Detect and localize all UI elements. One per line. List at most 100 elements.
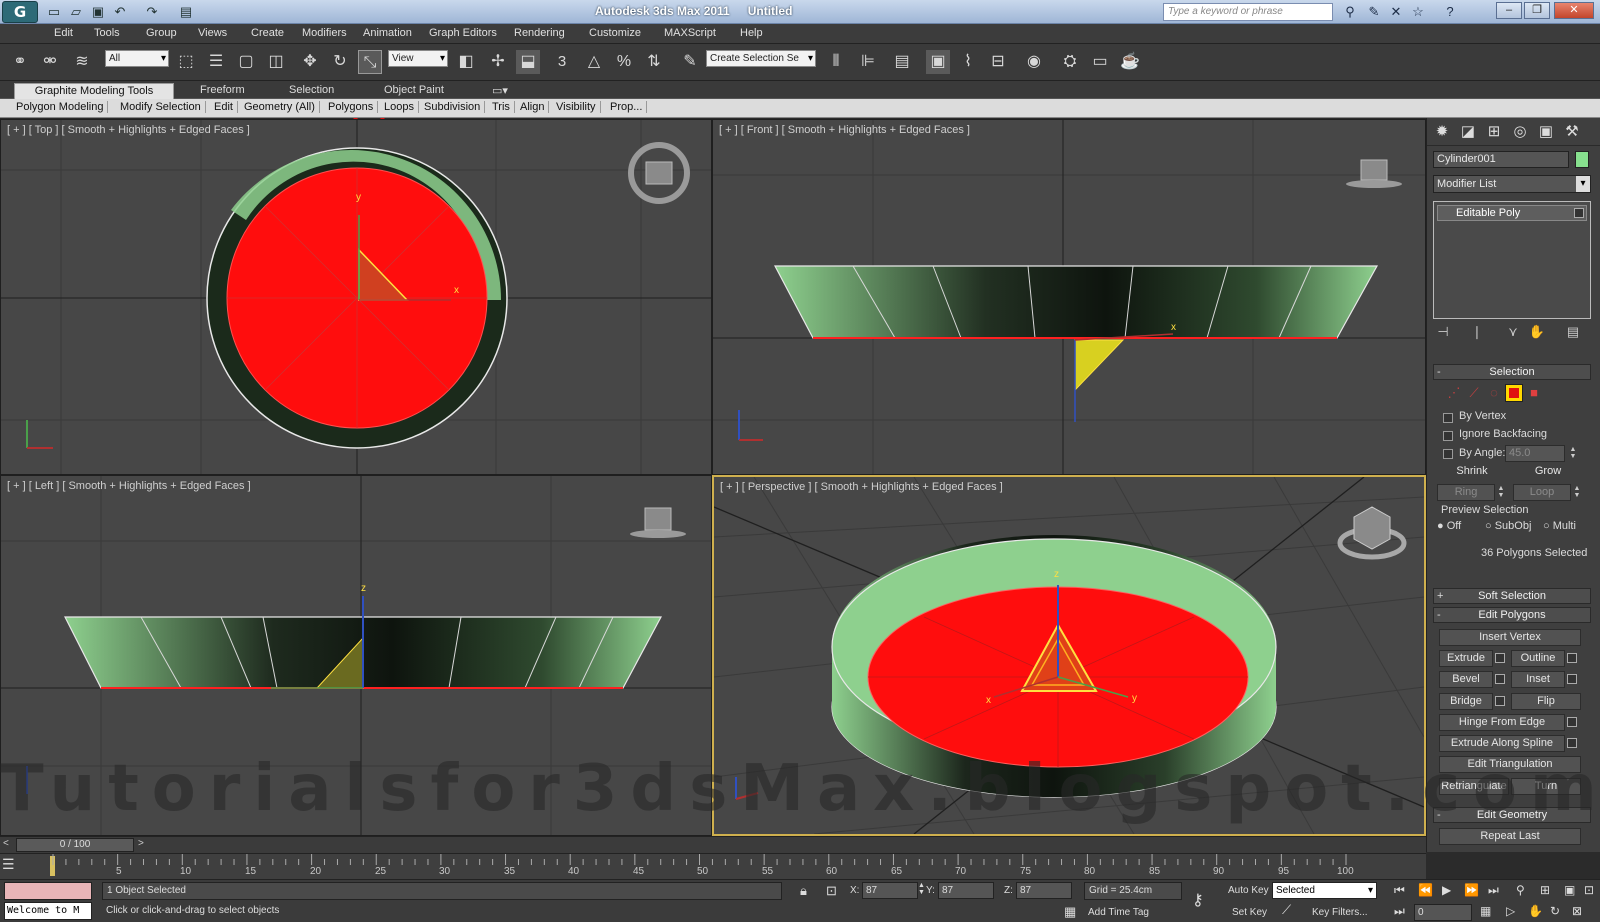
rendered-frame-icon[interactable]: ▭ — [1088, 50, 1112, 74]
polygon-level-icon[interactable] — [1505, 384, 1523, 402]
redo-icon[interactable]: ↷ — [142, 3, 162, 20]
extrude-along-spline-button[interactable]: Extrude Along Spline — [1439, 735, 1565, 752]
menu-animation[interactable]: Animation — [363, 27, 412, 39]
angle-snap-icon[interactable]: △ — [582, 50, 606, 74]
ignore-backfacing-checkbox[interactable] — [1443, 431, 1453, 441]
time-config-icon[interactable]: ▦ — [1480, 904, 1491, 918]
make-unique-icon[interactable]: ⋎ — [1503, 324, 1523, 340]
outline-button[interactable]: Outline — [1511, 650, 1565, 667]
select-object-icon[interactable]: ⬚ — [174, 50, 198, 74]
panel-modify-selection[interactable]: Modify Selection — [120, 101, 206, 113]
spinner-snap-icon[interactable]: ⇅ — [642, 50, 666, 74]
motion-panel-icon[interactable]: ◎ — [1509, 122, 1531, 142]
zoom-icon[interactable]: ⚲ — [1516, 883, 1525, 897]
hierarchy-panel-icon[interactable]: ⊞ — [1483, 122, 1505, 142]
viewport-left[interactable]: [ + ] [ Left ] [ Smooth + Highlights + E… — [0, 475, 712, 836]
object-name-field[interactable]: Cylinder001 — [1433, 151, 1569, 168]
maximize-viewport-icon[interactable]: ⊠ — [1572, 904, 1582, 918]
render-production-icon[interactable]: ☕ — [1118, 50, 1142, 74]
menu-customize[interactable]: Customize — [589, 27, 641, 39]
hinge-from-edge-button[interactable]: Hinge From Edge — [1439, 714, 1565, 731]
percent-snap-icon[interactable]: % — [612, 50, 636, 74]
vertex-level-icon[interactable]: ⋰ — [1445, 384, 1463, 402]
project-folder-icon[interactable]: ▤ — [176, 3, 196, 20]
named-selection-dropdown[interactable]: Create Selection Se — [706, 50, 816, 67]
menu-create[interactable]: Create — [251, 27, 284, 39]
edge-level-icon[interactable]: ⟋ — [1465, 384, 1483, 402]
time-slider[interactable]: 0 / 100 — [16, 838, 134, 852]
menu-group[interactable]: Group — [146, 27, 177, 39]
reference-coordinate-dropdown[interactable]: View — [388, 50, 448, 67]
element-level-icon[interactable]: ■ — [1525, 384, 1543, 402]
set-key-filter-icon[interactable]: ⟋ — [1282, 902, 1291, 918]
link-icon[interactable]: ⚭ — [8, 50, 32, 74]
prev-key-icon[interactable]: ⏪ — [1418, 883, 1433, 897]
retriangulate-button[interactable]: Retriangulate — [1439, 778, 1509, 795]
key-filters-button[interactable]: Key Filters... — [1312, 907, 1368, 918]
shrink-button[interactable]: Shrink — [1437, 464, 1507, 481]
key-mode-toggle-icon[interactable]: ⏭ — [1394, 904, 1405, 919]
open-file-icon[interactable]: ▱ — [66, 3, 86, 20]
configure-sets-icon[interactable]: ▤ — [1563, 324, 1583, 340]
viewport-perspective[interactable]: [ + ] [ Perspective ] [ Smooth + Highlig… — [712, 475, 1426, 836]
binoculars-icon[interactable]: ⚲ — [1340, 3, 1360, 21]
z-coordinate-field[interactable]: 87 — [1016, 882, 1072, 899]
bevel-button[interactable]: Bevel — [1439, 671, 1493, 688]
tools-icon[interactable]: ✕ — [1386, 3, 1406, 21]
next-key-icon[interactable]: ⏩ — [1464, 883, 1479, 897]
graphite-toggle-icon[interactable]: ▣ — [926, 50, 950, 74]
ring-button[interactable]: Ring — [1437, 484, 1495, 501]
preview-multi-radio[interactable]: ○ Multi — [1543, 520, 1576, 532]
viewport-top[interactable]: [ + ] [ Top ] [ Smooth + Highlights + Ed… — [0, 119, 712, 475]
loop-button[interactable]: Loop — [1513, 484, 1571, 501]
panel-align[interactable]: Align — [520, 101, 550, 113]
stack-item-editable-poly[interactable]: Editable Poly — [1437, 205, 1587, 221]
insert-vertex-button[interactable]: Insert Vertex — [1439, 629, 1581, 646]
by-vertex-checkbox[interactable] — [1443, 413, 1453, 423]
grow-button[interactable]: Grow — [1513, 464, 1583, 481]
ring-spinner[interactable]: ▲ ▼ — [1497, 485, 1505, 500]
panel-polygons[interactable]: Polygons — [328, 101, 379, 113]
pivot-center-icon[interactable]: ◧ — [454, 50, 478, 74]
utilities-panel-icon[interactable]: ⚒ — [1561, 122, 1583, 142]
window-crossing-icon[interactable]: ◫ — [264, 50, 288, 74]
ribbon-options-icon[interactable]: ▭▾ — [486, 83, 514, 99]
field-of-view-icon[interactable]: ▷ — [1506, 904, 1515, 918]
restore-button[interactable]: ❐ — [1524, 2, 1550, 19]
go-to-start-icon[interactable]: ⏮ — [1394, 883, 1405, 898]
time-tag-icon[interactable]: ▦ — [1064, 904, 1076, 920]
panel-tris[interactable]: Tris — [492, 101, 515, 113]
render-setup-icon[interactable]: ⛭ — [1058, 50, 1082, 74]
select-by-name-icon[interactable]: ☰ — [204, 50, 228, 74]
orbit-icon[interactable]: ↻ — [1550, 904, 1560, 918]
y-coordinate-field[interactable]: 87 — [938, 882, 994, 899]
remove-modifier-icon[interactable]: ✋ — [1527, 324, 1547, 340]
menu-edit[interactable]: Edit — [54, 27, 73, 39]
mini-curve-editor-icon[interactable]: ☰ — [2, 856, 38, 876]
play-icon[interactable]: ▶ — [1442, 883, 1451, 897]
selection-filter-dropdown[interactable]: All — [105, 50, 169, 67]
go-to-end-icon[interactable]: ⏭ — [1488, 883, 1499, 898]
schematic-view-icon[interactable]: ⊟ — [986, 50, 1010, 74]
tab-graphite-modeling-tools[interactable]: Graphite Modeling Tools — [14, 83, 174, 99]
keyboard-shortcut-icon[interactable]: ⬓ — [516, 50, 540, 74]
app-button[interactable]: G — [2, 1, 38, 23]
inset-button[interactable]: Inset — [1511, 671, 1565, 688]
menu-rendering[interactable]: Rendering — [514, 27, 565, 39]
viewport-label-top[interactable]: [ + ] [ Top ] [ Smooth + Highlights + Ed… — [7, 124, 250, 136]
select-manipulate-icon[interactable]: ✢ — [486, 50, 510, 74]
angle-spinner[interactable]: ▲ ▼ — [1569, 446, 1577, 461]
next-frame-icon[interactable]: > — [138, 838, 144, 849]
set-key-button[interactable]: Set Key — [1232, 907, 1267, 918]
angle-value-field[interactable]: 45.0 — [1505, 445, 1565, 462]
modifier-list-dropdown[interactable]: Modifier List ▾ — [1433, 175, 1591, 193]
x-spinner[interactable]: ▲ ▼ — [918, 882, 925, 896]
pan-icon[interactable]: ✋ — [1528, 904, 1543, 918]
track-bar[interactable]: ☰ 5 10 15 20 25 30 35 40 45 50 55 60 65 … — [0, 853, 1426, 879]
preview-subobj-radio[interactable]: ○ SubObj — [1485, 520, 1531, 532]
extrude-settings-icon[interactable] — [1495, 653, 1505, 663]
close-button[interactable]: ✕ — [1554, 2, 1594, 19]
zoom-extents-all-icon[interactable]: ⊡ — [1584, 883, 1594, 897]
absolute-mode-icon[interactable]: ⊡ — [826, 883, 837, 899]
help-icon[interactable]: ? — [1440, 3, 1460, 21]
